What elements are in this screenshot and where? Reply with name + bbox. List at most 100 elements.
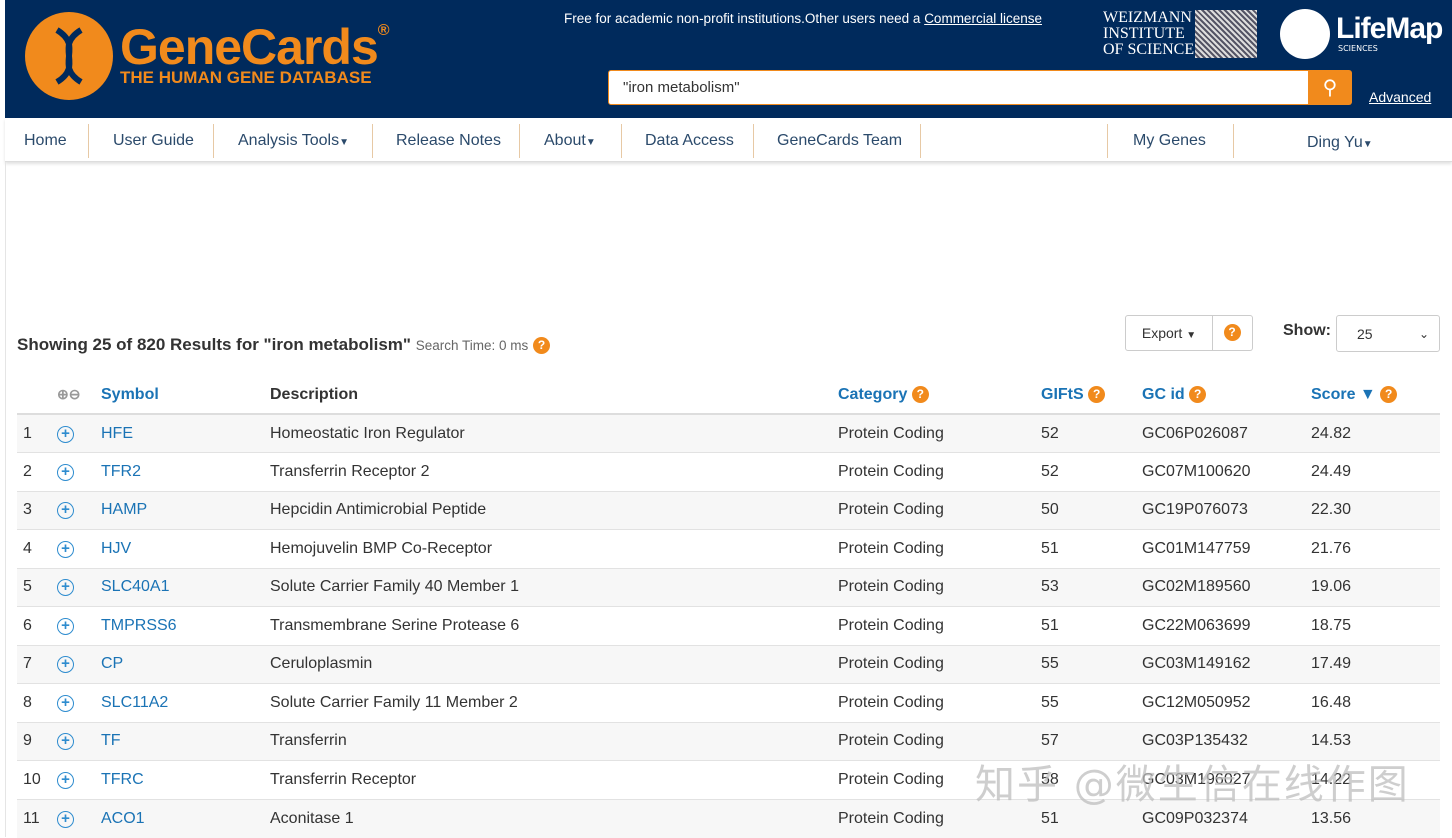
search-icon: ⚲ — [1322, 75, 1338, 99]
search-input[interactable]: "iron metabolism" — [608, 70, 1310, 105]
table-row: 10 + TFRC Transferrin Receptor Protein Codin… — [17, 760, 1440, 799]
description-cell: Aconitase 1 — [270, 798, 838, 838]
help-icon[interactable]: ? — [1189, 385, 1207, 403]
page-size-value: 25 — [1357, 326, 1373, 342]
export-button[interactable]: Export ▼ — [1125, 315, 1213, 351]
results-table: ⊕⊖ Symbol Description Category ? GIFtS ?… — [17, 376, 1440, 838]
table-row: 6 + TMPRSS6 Transmembrane Serine Protease 6… — [17, 606, 1440, 645]
nav-my-genes[interactable]: My Genes — [1133, 118, 1206, 162]
expand-plus-icon[interactable]: + — [57, 425, 74, 443]
gcid-cell: GC01M147759 — [1142, 529, 1311, 568]
rank-cell: 1 — [17, 413, 57, 453]
table-row: 9 + TF Transferrin Protein Coding 57 GC03P1354… — [17, 721, 1440, 761]
nav-data-access[interactable]: Data Access — [645, 118, 734, 162]
license-notice: Free for academic non-profit institution… — [564, 11, 1042, 26]
help-icon: ? — [1223, 324, 1241, 341]
score-cell: 17.49 — [1311, 644, 1440, 684]
category-cell: Protein Coding — [838, 529, 1041, 568]
lifemap-logo-icon[interactable] — [1280, 9, 1330, 59]
score-cell: 13.56 — [1311, 798, 1440, 838]
expand-cell[interactable]: + — [57, 798, 101, 838]
gcid-cell: GC07M100620 — [1142, 452, 1311, 491]
help-icon[interactable]: ? — [1088, 385, 1106, 403]
gcid-cell: GC03P135432 — [1142, 721, 1311, 761]
gcid-cell: GC19P076073 — [1142, 490, 1311, 530]
symbol-link[interactable]: TFRC — [101, 760, 270, 799]
expand-plus-icon[interactable]: + — [57, 810, 74, 828]
description-cell: Transferrin — [270, 721, 838, 761]
export-help-button[interactable]: ? — [1212, 315, 1253, 351]
expand-cell[interactable]: + — [57, 683, 101, 722]
nav-about[interactable]: About▼ — [544, 118, 596, 162]
help-icon[interactable]: ? — [533, 337, 550, 355]
nav-user-guide[interactable]: User Guide — [113, 118, 194, 162]
nav-label: About — [544, 132, 586, 149]
gcid-header[interactable]: GC id ? — [1142, 376, 1311, 415]
commercial-license-link[interactable]: Commercial license — [924, 11, 1042, 26]
gcid-cell: GC03M196027 — [1142, 760, 1311, 799]
expand-plus-icon[interactable]: + — [57, 617, 74, 635]
tagline: THE HUMAN GENE DATABASE — [120, 68, 372, 87]
gifts-header[interactable]: GIFtS ? — [1041, 376, 1142, 415]
expand-plus-icon[interactable]: + — [57, 540, 74, 558]
gifts-cell: 58 — [1041, 760, 1142, 799]
expand-plus-icon[interactable]: + — [57, 733, 74, 751]
user-menu[interactable]: Ding Yu▼ — [1307, 120, 1373, 164]
divider — [1107, 124, 1108, 158]
category-header[interactable]: Category ? — [838, 376, 1041, 415]
expand-cell[interactable]: + — [57, 644, 101, 684]
page-size-select[interactable]: 25 ⌄ — [1336, 315, 1440, 352]
gifts-cell: 50 — [1041, 490, 1142, 530]
lifemap-text: LifeMap — [1336, 12, 1443, 45]
expand-all-header[interactable]: ⊕⊖ — [57, 376, 101, 415]
header-label: GIFtS — [1041, 385, 1084, 403]
score-cell: 16.48 — [1311, 683, 1440, 722]
search-time: Search Time: 0 ms — [415, 338, 529, 353]
expand-plus-icon[interactable]: + — [57, 656, 74, 674]
expand-plus-icon[interactable]: + — [57, 694, 74, 712]
description-cell: Hemojuvelin BMP Co-Receptor — [270, 529, 838, 568]
description-header[interactable]: Description — [270, 376, 838, 415]
expand-plus-icon[interactable]: + — [57, 771, 74, 789]
divider — [372, 124, 373, 158]
expand-collapse-icon[interactable]: ⊕⊖ — [57, 386, 80, 402]
weizmann-logo[interactable]: WEIZMANN INSTITUTE OF SCIENCE — [1103, 10, 1194, 58]
advanced-search-link[interactable]: Advanced — [1369, 89, 1431, 105]
symbol-link[interactable]: HAMP — [101, 490, 270, 530]
symbol-link[interactable]: HJV — [101, 529, 270, 568]
expand-cell[interactable]: + — [57, 529, 101, 568]
symbol-link[interactable]: SLC40A1 — [101, 567, 270, 607]
nav-analysis-tools[interactable]: Analysis Tools▼ — [238, 118, 349, 162]
expand-cell[interactable]: + — [57, 721, 101, 761]
help-icon[interactable]: ? — [1380, 385, 1398, 403]
expand-plus-icon[interactable]: + — [57, 502, 74, 520]
nav-genecards-team[interactable]: GeneCards Team — [777, 118, 902, 162]
symbol-link[interactable]: TMPRSS6 — [101, 606, 270, 645]
gcid-cell: GC03M149162 — [1142, 644, 1311, 684]
score-header[interactable]: Score ▼ ? — [1311, 376, 1440, 415]
category-cell: Protein Coding — [838, 567, 1041, 607]
score-cell: 24.82 — [1311, 413, 1440, 453]
symbol-link[interactable]: SLC11A2 — [101, 683, 270, 722]
symbol-header[interactable]: Symbol — [101, 376, 270, 415]
category-cell: Protein Coding — [838, 721, 1041, 761]
expand-plus-icon[interactable]: + — [57, 579, 74, 597]
search-button[interactable]: ⚲ — [1308, 70, 1352, 105]
nav-home[interactable]: Home — [24, 118, 67, 162]
expand-plus-icon[interactable]: + — [57, 463, 74, 481]
nav-release-notes[interactable]: Release Notes — [396, 118, 501, 162]
symbol-link[interactable]: CP — [101, 644, 270, 684]
expand-cell[interactable]: + — [57, 606, 101, 645]
symbol-link[interactable]: TFR2 — [101, 452, 270, 491]
divider — [1233, 124, 1234, 158]
help-icon[interactable]: ? — [911, 385, 929, 403]
symbol-link[interactable]: TF — [101, 721, 270, 761]
expand-cell[interactable]: + — [57, 567, 101, 607]
expand-cell[interactable]: + — [57, 490, 101, 530]
symbol-link[interactable]: HFE — [101, 413, 270, 453]
expand-cell[interactable]: + — [57, 452, 101, 491]
expand-cell[interactable]: + — [57, 413, 101, 453]
genecards-logo-icon[interactable] — [25, 12, 113, 100]
symbol-link[interactable]: ACO1 — [101, 798, 270, 838]
expand-cell[interactable]: + — [57, 760, 101, 799]
